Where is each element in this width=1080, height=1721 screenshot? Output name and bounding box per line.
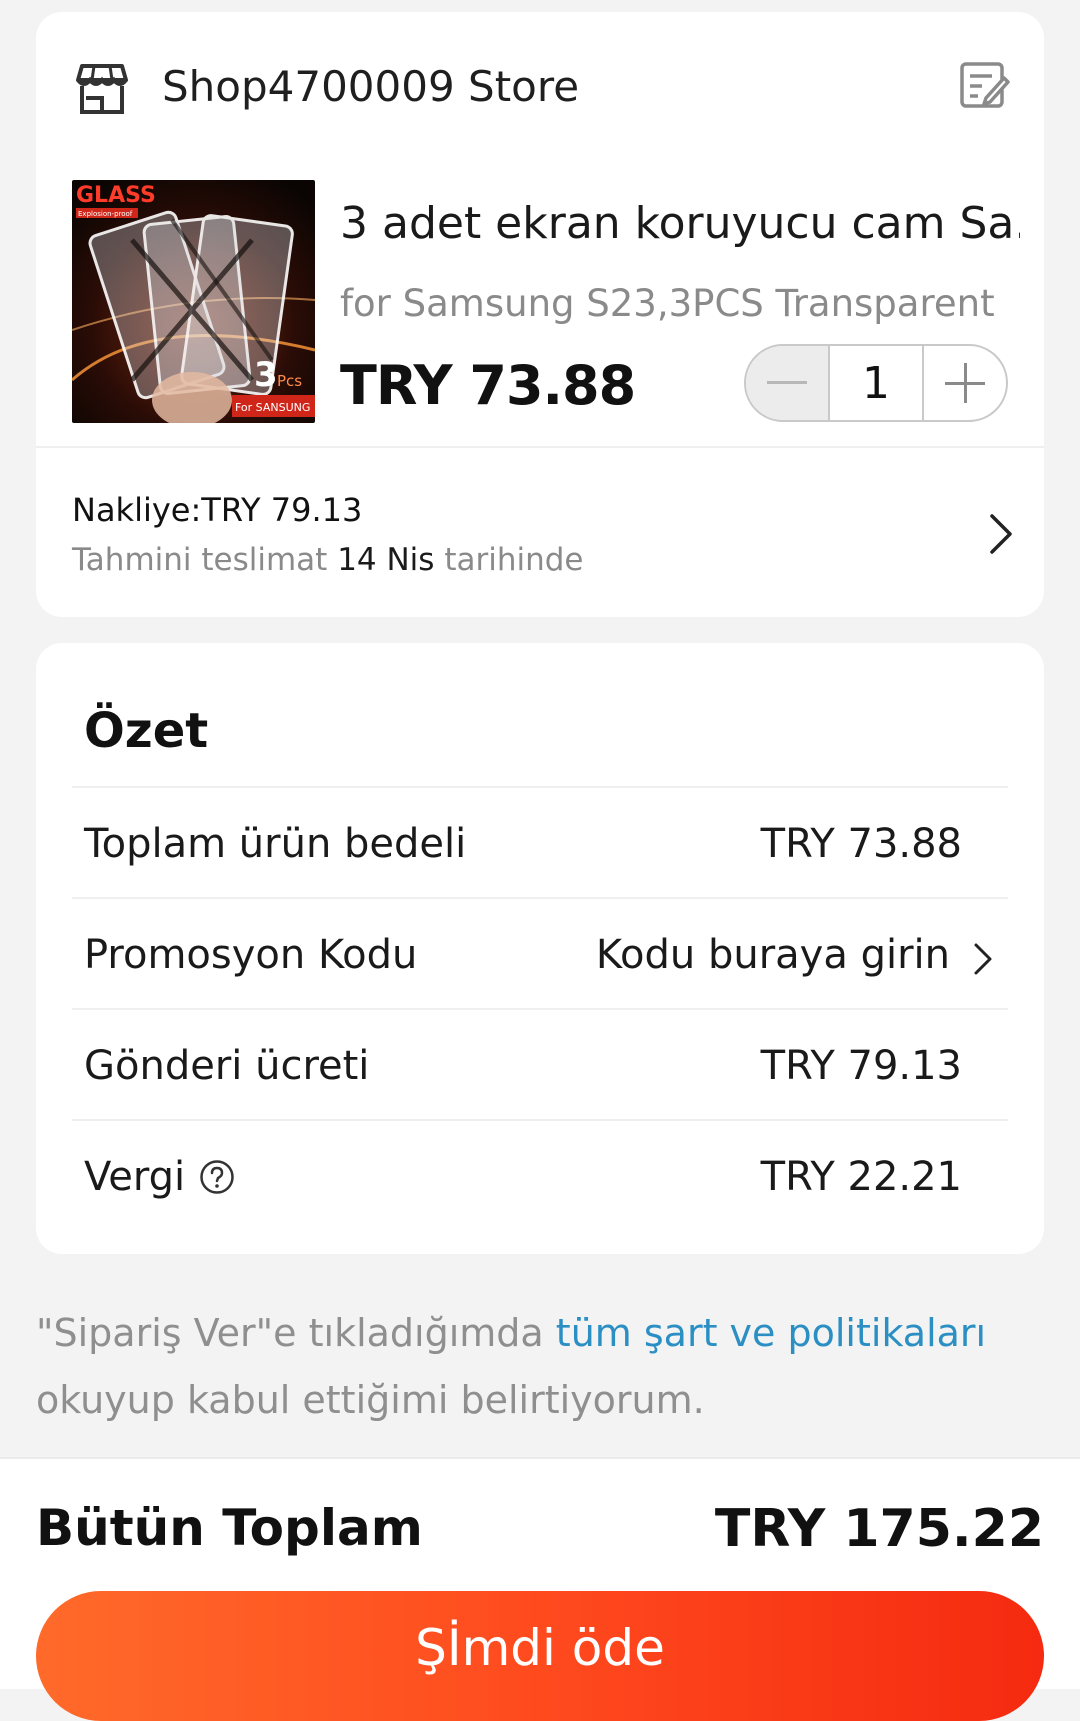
delivery-estimate: Tahmini teslimat 14 Nis tarihinde bbox=[72, 542, 583, 578]
promo-label: Promosyon Kodu bbox=[84, 932, 418, 978]
summary-row-subtotal: Toplam ürün bedeli TRY 73.88 bbox=[72, 786, 1008, 897]
tax-label-wrap: Vergi bbox=[84, 1154, 235, 1200]
summary-title: Özet bbox=[84, 703, 209, 759]
divider bbox=[36, 446, 1044, 448]
note-edit-icon[interactable] bbox=[958, 58, 1010, 110]
subtotal-label: Toplam ürün bedeli bbox=[84, 821, 467, 867]
terms-link[interactable]: tüm şart ve politikaları bbox=[556, 1311, 986, 1355]
minus-icon bbox=[767, 381, 807, 384]
store-icon bbox=[76, 64, 128, 114]
shipping-fee-label: Gönderi ücreti bbox=[84, 1043, 370, 1089]
grand-total-value: TRY 175.22 bbox=[714, 1499, 1044, 1559]
summary-card: Özet Toplam ürün bedeli TRY 73.88 Promos… bbox=[36, 643, 1044, 1254]
chevron-right-icon[interactable] bbox=[972, 941, 994, 977]
product-price: TRY 73.88 bbox=[340, 354, 636, 417]
decrease-quantity-button[interactable] bbox=[746, 346, 828, 420]
product-title[interactable]: 3 adet ekran koruyucu cam Sa... bbox=[340, 198, 1020, 249]
summary-row-shipping: Gönderi ücreti TRY 79.13 bbox=[72, 1008, 1008, 1119]
terms-suffix: okuyup kabul ettiğimi belirtiyorum. bbox=[36, 1378, 705, 1422]
image-count-text: 3 bbox=[254, 355, 278, 395]
image-sub-text: Explosion-proof bbox=[78, 210, 133, 218]
quantity-value[interactable]: 1 bbox=[828, 346, 924, 420]
quantity-stepper: 1 bbox=[744, 344, 1008, 422]
summary-row-tax: Vergi TRY 22.21 bbox=[72, 1119, 1008, 1230]
terms-notice: "Sipariş Ver"e tıkladığımda tüm şart ve … bbox=[36, 1300, 1044, 1434]
store-name[interactable]: Shop4700009 Store bbox=[162, 62, 579, 111]
image-model-text: For SANSUNG bbox=[235, 401, 310, 414]
pay-now-button[interactable]: Şİmdi öde bbox=[36, 1591, 1044, 1721]
product-image[interactable]: GLASS Explosion-proof 3 Pcs For SANSUNG bbox=[72, 180, 315, 423]
order-item-card: Shop4700009 Store GLASS Explosion-proof … bbox=[36, 12, 1044, 617]
eta-prefix: Tahmini teslimat bbox=[72, 542, 328, 578]
checkout-bar: Bütün Toplam TRY 175.22 Şİmdi öde bbox=[0, 1457, 1080, 1721]
terms-prefix: "Sipariş Ver"e tıkladığımda bbox=[36, 1311, 544, 1355]
product-variant: for Samsung S23,3PCS Transparent bbox=[340, 282, 995, 325]
shipping-cost[interactable]: Nakliye:TRY 79.13 bbox=[72, 491, 362, 529]
subtotal-value: TRY 73.88 bbox=[760, 821, 962, 867]
image-brand-text: GLASS bbox=[76, 183, 156, 208]
chevron-right-icon[interactable] bbox=[986, 512, 1014, 556]
plus-icon bbox=[945, 363, 985, 403]
tax-label: Vergi bbox=[84, 1154, 186, 1200]
promo-code-input[interactable]: Kodu buraya girin bbox=[596, 932, 950, 978]
grand-total-label: Bütün Toplam bbox=[36, 1499, 423, 1557]
increase-quantity-button[interactable] bbox=[924, 346, 1006, 420]
shipping-fee-value: TRY 79.13 bbox=[760, 1043, 962, 1089]
summary-row-promo[interactable]: Promosyon Kodu Kodu buraya girin bbox=[72, 897, 1008, 1008]
help-icon[interactable] bbox=[199, 1159, 235, 1195]
image-unit-text: Pcs bbox=[277, 372, 302, 390]
eta-date: 14 Nis bbox=[337, 542, 435, 578]
tax-value: TRY 22.21 bbox=[760, 1154, 962, 1200]
eta-suffix: tarihinde bbox=[444, 542, 584, 578]
